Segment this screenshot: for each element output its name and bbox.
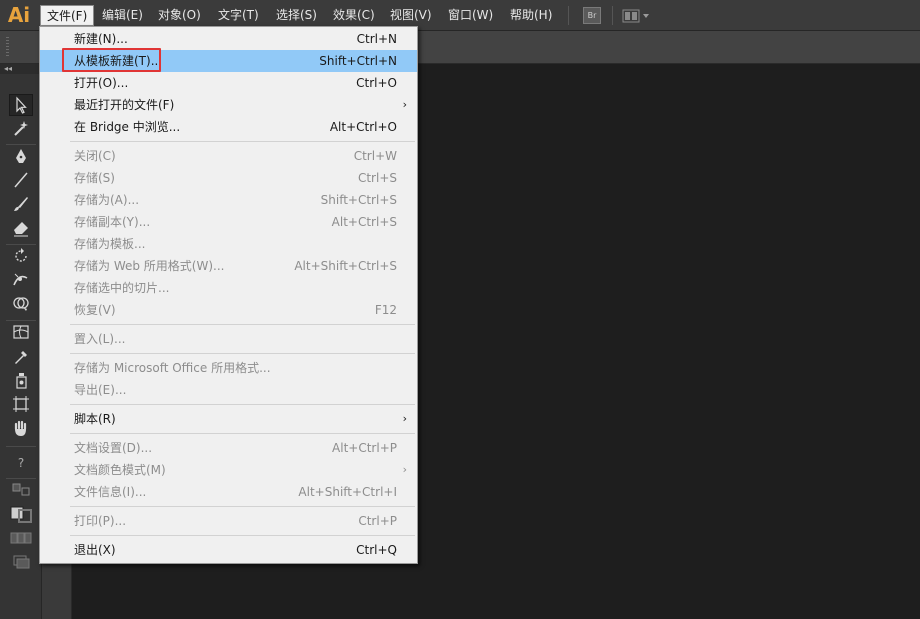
- menu-item-document-setup[interactable]: 文档设置(D)... Alt+Ctrl+P: [40, 437, 417, 459]
- menu-edit[interactable]: 编辑(E): [96, 5, 149, 26]
- menu-item-place[interactable]: 置入(L)...: [40, 328, 417, 350]
- menu-item-save-for-web[interactable]: 存储为 Web 所用格式(W)... Alt+Shift+Ctrl+S: [40, 255, 417, 277]
- menu-view[interactable]: 视图(V): [384, 5, 438, 26]
- file-menu-dropdown: 新建(N)... Ctrl+N 从模板新建(T)... Shift+Ctrl+N…: [39, 26, 418, 564]
- bridge-button[interactable]: Br: [583, 7, 601, 24]
- menu-item-save-selected-slices[interactable]: 存储选中的切片...: [40, 277, 417, 299]
- menu-separator: [70, 433, 415, 434]
- app-logo: Ai: [7, 3, 31, 27]
- width-tool-icon[interactable]: [9, 270, 33, 292]
- menu-item-save-as[interactable]: 存储为(A)... Shift+Ctrl+S: [40, 189, 417, 211]
- menu-item-save-copy[interactable]: 存储副本(Y)... Alt+Ctrl+S: [40, 211, 417, 233]
- color-mode-icon[interactable]: [9, 530, 33, 546]
- magic-wand-icon[interactable]: [9, 118, 33, 140]
- toolbar-divider: [6, 244, 36, 245]
- menubar-divider: [568, 6, 569, 25]
- rotate-tool-icon[interactable]: [9, 246, 33, 268]
- menu-item-save-as-template[interactable]: 存储为模板...: [40, 233, 417, 255]
- toolbar-divider: [6, 478, 36, 479]
- menu-item-export[interactable]: 导出(E)...: [40, 379, 417, 401]
- submenu-arrow-icon: ›: [402, 463, 407, 476]
- mesh-tool-icon[interactable]: [9, 322, 33, 344]
- menu-separator: [70, 353, 415, 354]
- eraser-tool-icon[interactable]: [9, 218, 33, 240]
- toolbar-divider: [6, 446, 36, 447]
- menu-separator: [70, 506, 415, 507]
- menu-item-revert[interactable]: 恢复(V) F12: [40, 299, 417, 321]
- menu-separator: [70, 535, 415, 536]
- menu-type[interactable]: 文字(T): [212, 5, 265, 26]
- default-fill-stroke-icon[interactable]: [9, 482, 33, 498]
- arrange-documents-icon[interactable]: [622, 8, 650, 24]
- menu-separator: [70, 324, 415, 325]
- menu-item-document-color-mode[interactable]: 文档颜色模式(M) ›: [40, 459, 417, 481]
- menu-item-file-info[interactable]: 文件信息(I)... Alt+Shift+Ctrl+I: [40, 481, 417, 503]
- highlight-annotation-box: [62, 48, 161, 72]
- pen-tool-icon[interactable]: [9, 146, 33, 168]
- control-bar-grip-icon[interactable]: [6, 37, 9, 57]
- fill-stroke-swatch-icon[interactable]: [9, 504, 33, 524]
- menubar-divider: [612, 6, 613, 25]
- symbol-sprayer-tool-icon[interactable]: [9, 370, 33, 392]
- menu-item-save-for-office[interactable]: 存储为 Microsoft Office 所用格式...: [40, 357, 417, 379]
- line-segment-tool-icon[interactable]: [9, 170, 33, 192]
- menu-item-close[interactable]: 关闭(C) Ctrl+W: [40, 145, 417, 167]
- menu-help[interactable]: 帮助(H): [504, 5, 558, 26]
- toolbar-divider: [6, 144, 36, 145]
- menu-item-browse-in-bridge[interactable]: 在 Bridge 中浏览... Alt+Ctrl+O: [40, 116, 417, 138]
- help-icon[interactable]: ?: [9, 452, 33, 474]
- artboard-tool-icon[interactable]: [9, 394, 33, 416]
- menu-file[interactable]: 文件(F): [40, 5, 95, 26]
- toolbar-divider: [6, 320, 36, 321]
- shape-builder-tool-icon[interactable]: [9, 294, 33, 316]
- menu-item-open[interactable]: 打开(O)... Ctrl+O: [40, 72, 417, 94]
- menu-item-scripts[interactable]: 脚本(R) ›: [40, 408, 417, 430]
- submenu-arrow-icon: ›: [402, 412, 407, 425]
- menu-item-exit[interactable]: 退出(X) Ctrl+Q: [40, 539, 417, 561]
- eyedropper-tool-icon[interactable]: [9, 346, 33, 368]
- tools-panel: ◂◂ ?: [0, 64, 42, 619]
- menu-separator: [70, 141, 415, 142]
- menu-item-save[interactable]: 存储(S) Ctrl+S: [40, 167, 417, 189]
- menu-select[interactable]: 选择(S): [270, 5, 323, 26]
- menu-item-print[interactable]: 打印(P)... Ctrl+P: [40, 510, 417, 532]
- submenu-arrow-icon: ›: [402, 98, 407, 111]
- menu-item-new[interactable]: 新建(N)... Ctrl+N: [40, 28, 417, 50]
- menu-separator: [70, 404, 415, 405]
- toolbar-collapse-icon[interactable]: ◂◂: [0, 64, 42, 74]
- hand-tool-icon[interactable]: [9, 418, 33, 440]
- selection-tool-icon[interactable]: [9, 94, 33, 116]
- paintbrush-tool-icon[interactable]: [9, 194, 33, 216]
- menu-effect[interactable]: 效果(C): [327, 5, 381, 26]
- menu-window[interactable]: 窗口(W): [442, 5, 499, 26]
- menu-object[interactable]: 对象(O): [152, 5, 207, 26]
- screen-mode-icon[interactable]: [9, 554, 33, 570]
- menu-item-open-recent[interactable]: 最近打开的文件(F) ›: [40, 94, 417, 116]
